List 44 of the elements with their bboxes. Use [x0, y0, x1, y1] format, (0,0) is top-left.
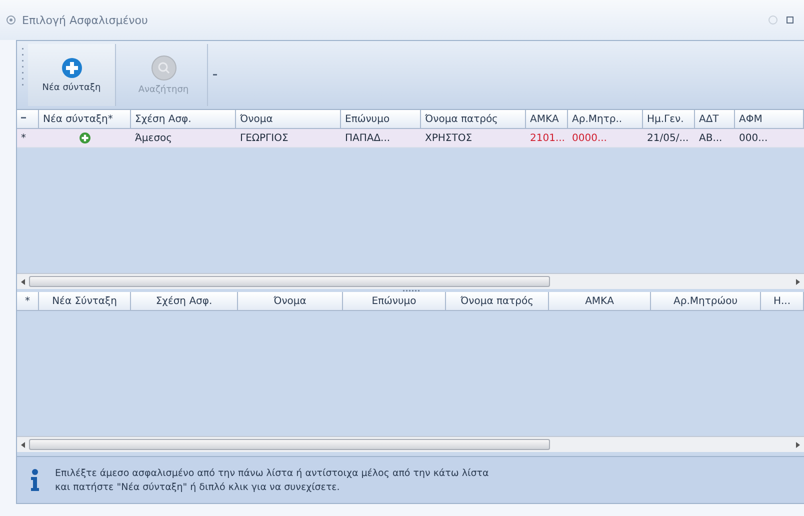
info-text: και πατήστε "Νέα σύνταξη" ή διπλό κλικ για να συνεχίσετε.	[55, 482, 341, 492]
row-indicator: *	[17, 129, 39, 148]
column-header[interactable]: Επώνυμο	[343, 292, 446, 311]
column-header[interactable]: ΑΜΚΑ	[549, 292, 651, 311]
add-row-icon[interactable]	[79, 132, 91, 144]
column-header[interactable]: Όνομα πατρός	[421, 110, 526, 129]
column-header[interactable]: Όνομα πατρός	[446, 292, 549, 311]
overflow-icon[interactable]	[212, 73, 218, 77]
scrollbar-thumb[interactable]	[29, 276, 550, 287]
scrollbar-thumb[interactable]	[29, 439, 550, 450]
column-header[interactable]: Η...	[761, 292, 804, 311]
column-header[interactable]: Αρ.Μητρώου	[651, 292, 761, 311]
table-cell: 000...	[735, 129, 804, 148]
search-icon	[150, 55, 176, 81]
table-cell: 2101...	[526, 129, 568, 148]
table-cell: 0000...	[568, 129, 643, 148]
table-cell: ΧΡΗΣΤΟΣ	[421, 129, 526, 148]
column-header[interactable]: Νέα σύνταξη*	[39, 110, 131, 129]
column-header[interactable]: Όνομα	[238, 292, 343, 311]
row-indicator-header: *	[17, 292, 39, 311]
add-icon	[60, 57, 82, 79]
table-cell: ΑΒ...	[695, 129, 735, 148]
column-header[interactable]: ΑΦΜ	[735, 110, 804, 129]
sort-icon	[21, 116, 26, 122]
splitter-grip-icon[interactable]	[402, 289, 420, 292]
new-button[interactable]: Νέα σύνταξη	[28, 44, 116, 106]
maximize-icon[interactable]	[784, 15, 796, 25]
column-header[interactable]: Σχέση Ασφ.	[131, 292, 238, 311]
table-cell: ΓΕΩΡΓΙΟΣ	[236, 129, 341, 148]
window-icon	[6, 15, 16, 25]
column-header[interactable]: Επώνυμο	[341, 110, 421, 129]
column-header[interactable]: Αρ.Μητρ..	[568, 110, 643, 129]
column-header[interactable]: Σχέση Ασφ.	[131, 110, 236, 129]
info-text: Επιλέξτε άμεσο ασφαλισμένο από την πάνω λίστα ή αντίστοιχα μέλος από την κάτω λίστα	[55, 468, 489, 478]
table-cell: ΠΑΠΑΔ...	[341, 129, 421, 148]
table-cell: 21/05/...	[643, 129, 695, 148]
column-header[interactable]: ΑΜΚΑ	[526, 110, 568, 129]
window-title: Επιλογή Ασφαλισμένου	[22, 14, 149, 26]
column-header[interactable]: Όνομα	[236, 110, 341, 129]
column-header[interactable]: Νέα Σύνταξη	[39, 292, 131, 311]
table-cell: Άμεσος	[131, 129, 236, 148]
column-header[interactable]: Ημ.Γεν.	[643, 110, 695, 129]
column-header[interactable]: ΑΔΤ	[695, 110, 735, 129]
info-icon	[29, 468, 41, 492]
